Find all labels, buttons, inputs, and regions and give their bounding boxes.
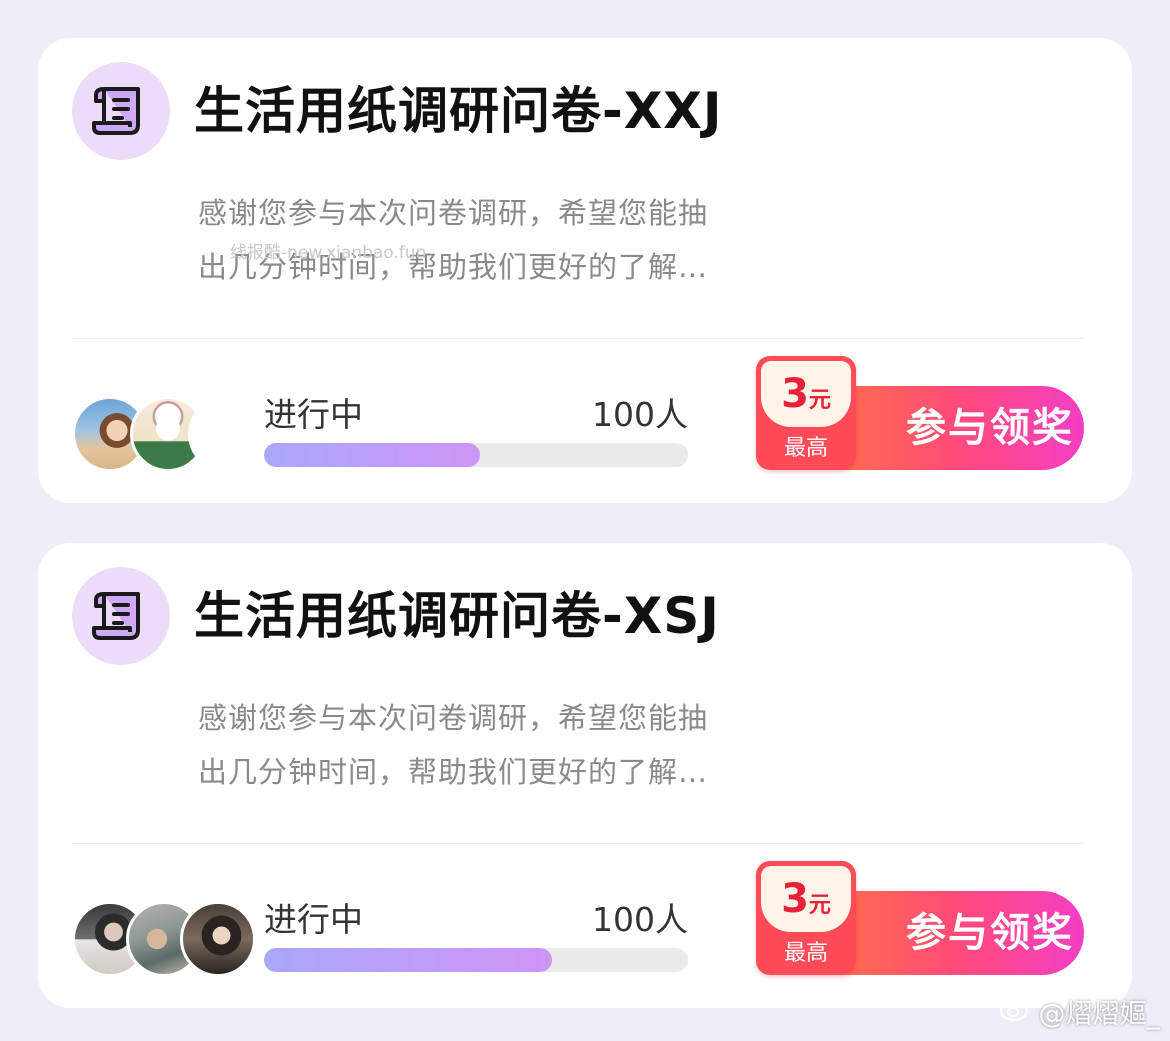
participant-avatars (72, 901, 262, 977)
progress-fill (264, 948, 553, 972)
button-label: 参与领奖 (906, 910, 1074, 956)
brand-handle: @熠熠嫗_ (1038, 999, 1161, 1030)
reward-badge: 3元 最高 (756, 356, 856, 470)
reward-unit: 元 (808, 388, 831, 413)
weibo-logo-icon (999, 994, 1033, 1029)
survey-title: 生活用纸调研问卷-XXJ (194, 82, 723, 140)
reward-unit: 元 (808, 893, 831, 918)
reward-note: 最高 (783, 436, 828, 461)
participant-avatars (72, 396, 264, 472)
survey-card[interactable]: 生活用纸调研问卷-XXJ 感谢您参与本次问卷调研，希望您能抽 出几分钟时间，帮助… (38, 38, 1132, 503)
reward-badge: 3元 最高 (756, 861, 856, 975)
survey-description: 感谢您参与本次问卷调研，希望您能抽 出几分钟时间，帮助我们更好的了解… (198, 691, 788, 799)
reward-value: 3元 (761, 866, 851, 932)
progress-fill (264, 443, 481, 467)
description-line: 感谢您参与本次问卷调研，希望您能抽 (198, 196, 709, 230)
survey-card[interactable]: 生活用纸调研问卷-XSJ 感谢您参与本次问卷调研，希望您能抽 出几分钟时间，帮助… (38, 543, 1132, 1008)
participant-count: 100人 (592, 900, 688, 939)
survey-icon (72, 62, 170, 160)
join-reward-button[interactable]: 参与领奖 3元 最高 (754, 861, 1084, 975)
reward-note: 最高 (783, 941, 828, 966)
participant-count: 100人 (592, 395, 688, 434)
join-reward-button[interactable]: 参与领奖 3元 最高 (754, 356, 1084, 470)
reward-value: 3元 (761, 361, 851, 427)
progress-bar (264, 948, 688, 972)
watermark-text: 线报酷-new.xianbao.fun (230, 243, 427, 263)
divider (72, 338, 1084, 339)
status-label: 进行中 (264, 395, 363, 434)
survey-icon (72, 567, 170, 665)
status-label: 进行中 (264, 900, 363, 939)
survey-title: 生活用纸调研问卷-XSJ (194, 587, 720, 645)
button-label: 参与领奖 (906, 405, 1074, 451)
reward-amount: 3 (781, 876, 809, 922)
avatar (180, 901, 256, 977)
divider (72, 843, 1084, 844)
reward-amount: 3 (781, 371, 809, 417)
brand-watermark: @熠熠嫗_ (999, 992, 1161, 1031)
description-line: 出几分钟时间，帮助我们更好的了解… (198, 755, 709, 789)
description-line: 感谢您参与本次问卷调研，希望您能抽 (198, 701, 709, 735)
progress-bar (264, 443, 688, 467)
avatar (188, 396, 264, 472)
